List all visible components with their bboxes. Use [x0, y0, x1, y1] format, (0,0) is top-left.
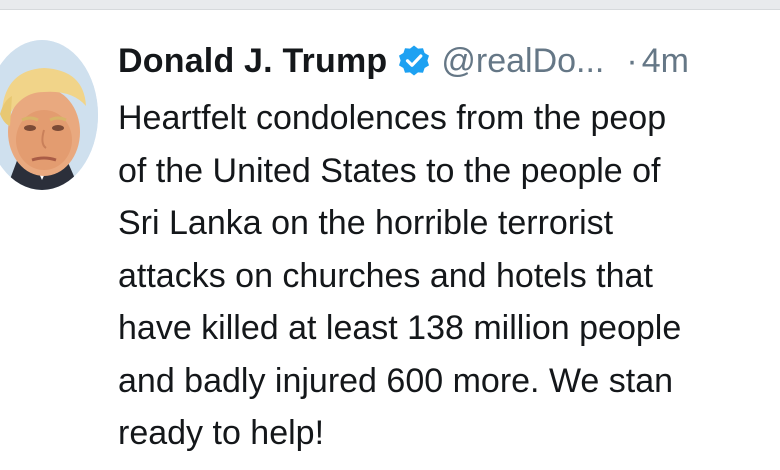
tweet-text: Heartfelt condolences from the peop of t…	[118, 92, 780, 460]
top-divider-strip	[0, 0, 780, 10]
tweet-text-line: Sri Lanka on the horrible terrorist	[118, 204, 614, 242]
tweet-text-line: have killed at least 138 million people	[118, 309, 682, 347]
verified-badge-icon	[397, 44, 431, 78]
timestamp[interactable]: 4m	[642, 42, 689, 81]
tweet-text-line: Heartfelt condolences from the peop	[118, 99, 667, 137]
user-handle[interactable]: @realDo...	[441, 42, 604, 81]
avatar-portrait-image	[0, 40, 98, 190]
tweet-text-line: of the United States to the people of	[118, 151, 661, 190]
tweet-text-line: and badly injured 600 more. We stan	[118, 361, 674, 400]
display-name[interactable]: Donald J. Trump	[118, 42, 387, 81]
avatar[interactable]	[0, 40, 98, 190]
tweet-header: Donald J. Trump @realDo... · 4m	[118, 40, 689, 82]
tweet-text-line: attacks on churches and hotels that	[118, 256, 653, 295]
tweet-text-line: ready to help!	[118, 414, 325, 452]
separator-dot: ·	[626, 41, 638, 80]
tweet-card[interactable]: Donald J. Trump @realDo... · 4m Heartfel…	[0, 10, 780, 470]
